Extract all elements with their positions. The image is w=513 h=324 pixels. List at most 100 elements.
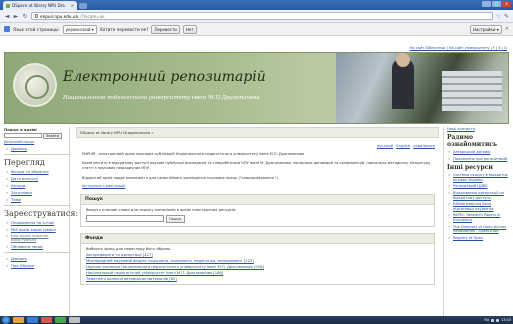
sidebar-item-titles[interactable]: Заголовки <box>6 190 69 195</box>
contacts-link[interactable]: Наші контакти <box>447 127 509 131</box>
translate-close-icon[interactable]: × <box>505 26 509 32</box>
page-content: На сайт Бібліотеки | На сайт університет… <box>0 37 513 316</box>
volume-icon[interactable] <box>496 318 500 322</box>
lang-russian[interactable]: русский <box>377 143 393 148</box>
close-window-button[interactable]: × <box>502 1 511 7</box>
toolbar: ◄ ► ↻ enpuir.npu.edu.ua/?locale=uk ☆ ✎ <box>0 10 513 23</box>
community-link[interactable]: Національний педагогічний університет ім… <box>86 271 429 275</box>
advanced-search-link[interactable]: Детальний пошук <box>4 140 69 144</box>
sidebar-item-about[interactable]: Про DSpace <box>6 263 69 268</box>
community-link[interactable]: Міжнародний науковий форум: соціологія, … <box>86 259 429 263</box>
network-icon[interactable] <box>491 318 495 322</box>
sidebar-item-date[interactable]: Дата випуску <box>6 176 69 181</box>
translate-bar: Язык этой страницы: украинский ▾ Хотите … <box>0 23 513 36</box>
resources-heading: Інші ресурси <box>447 164 493 172</box>
explorer-taskbar-icon[interactable] <box>13 317 24 323</box>
search-hint: Введіть ключові слова для пошуку матеріа… <box>86 207 237 212</box>
translate-message: Язык этой страницы: <box>13 26 60 32</box>
top-links[interactable]: На сайт Бібліотеки | На сайт університет… <box>410 46 507 50</box>
right-link-resource[interactable]: The Directory of Open Access Repositorie… <box>448 225 509 234</box>
chrome-taskbar-icon[interactable] <box>41 317 52 323</box>
tab-strip: DSpace at library NPU Dra × – □ × <box>0 0 513 10</box>
funds-hint: Виберіть фонд для перегляду його зібрань… <box>86 246 172 251</box>
translate-button[interactable]: Перевести <box>151 24 180 34</box>
search-box-title: Пошук <box>81 194 434 205</box>
star-icon[interactable]: ☆ <box>496 13 501 20</box>
language-select[interactable]: украинский ▾ <box>62 24 97 34</box>
banner-photo <box>336 53 508 123</box>
sidebar-item-my-archive[interactable]: Мій архів користувача <box>6 227 69 232</box>
recommend-heading: Радимо ознайомитись <box>447 134 498 148</box>
right-sidebar: Наші контакти Радимо ознайомитись Авторс… <box>443 127 509 316</box>
ie-taskbar-icon[interactable] <box>27 317 38 323</box>
wrench-icon[interactable]: ✎ <box>504 13 509 20</box>
community-link[interactable]: Тематичні колекції авторських матеріалів… <box>86 277 429 281</box>
right-link-resource[interactable]: Registry of Open <box>448 236 509 241</box>
tray-language[interactable]: RU <box>484 318 489 322</box>
search-heading: Пошук в архіві <box>4 127 37 132</box>
sidebar-item-help[interactable]: Довідка <box>6 256 69 261</box>
sidebar-search: Знайти <box>4 133 69 139</box>
sidebar-search-input[interactable] <box>4 133 42 138</box>
self-archive-paragraph: Відкритий архів надає можливість для сам… <box>82 175 279 180</box>
sidebar-item-home[interactable]: Домівка <box>6 146 69 151</box>
community-link[interactable]: Наукові часописи Національного педагогіч… <box>86 265 429 269</box>
maximize-button[interactable]: □ <box>492 1 501 7</box>
community-link[interactable]: Автореферати та дисертації [427] <box>86 253 429 257</box>
banner-title: Електронний репозитарій <box>63 69 266 85</box>
right-link-resource[interactable]: Бібліографічна база підготовки лауреатів <box>448 202 509 211</box>
instructions-link[interactable]: Інструкція з реєстрації <box>76 184 439 188</box>
address-path: /?locale=uk <box>80 13 105 19</box>
sidebar-search-button[interactable]: Знайти <box>43 133 62 139</box>
taskbar: RU 13:03 <box>0 316 513 324</box>
translate-icon <box>4 26 10 32</box>
reload-icon[interactable]: ↻ <box>22 13 28 20</box>
tab-close-icon[interactable]: × <box>71 3 74 8</box>
no-button[interactable]: Нет <box>182 24 197 34</box>
minimize-button[interactable]: – <box>482 1 491 7</box>
address-host: enpuir.npu.edu.ua <box>40 13 79 19</box>
funds-box: Фонди Виберіть фонд для перегляду його з… <box>80 232 435 285</box>
funds-box-title: Фонди <box>81 233 434 244</box>
start-button[interactable] <box>2 316 10 324</box>
browse-heading: Перегляд <box>4 158 45 167</box>
breadcrumb[interactable]: DSpace at library NPU Dragomanova » <box>76 127 439 138</box>
language-switcher: русский English українська <box>76 143 439 148</box>
lang-ukrainian[interactable]: українська <box>413 143 435 148</box>
right-link-resource[interactable]: Репозитарій ЦДВУ <box>448 184 509 189</box>
description-paragraph: Архів містить в відкритому доступі науко… <box>82 161 432 171</box>
sidebar-item-email-alerts[interactable]: Оповіщення на e-mail <box>6 220 69 225</box>
banner: Електронний репозитарій Національного пе… <box>4 52 509 124</box>
forward-icon[interactable]: ► <box>13 13 19 20</box>
tray-clock: 13:03 <box>501 318 511 322</box>
app-taskbar-icon[interactable] <box>55 317 66 323</box>
app-taskbar-icon[interactable] <box>69 317 80 323</box>
settings-button[interactable]: Настройки ▾ <box>469 24 502 34</box>
right-link-resource[interactable]: Відкриваємо дисертації по відкритому дос… <box>448 191 509 200</box>
right-link-resource[interactable]: RePEc: Research Papers in Economics <box>448 213 509 222</box>
browser-tab[interactable]: DSpace at library NPU Dra × <box>3 1 77 10</box>
sidebar-item-subjects[interactable]: Теми <box>6 197 69 202</box>
main-content: DSpace at library NPU Dragomanova » русс… <box>76 127 439 316</box>
system-tray: RU 13:03 <box>484 318 511 322</box>
sidebar-item-authors[interactable]: Автори <box>6 183 69 188</box>
right-link-resource[interactable]: Система пошуку в відкритих архівах Украї… <box>448 173 509 182</box>
search-box: Пошук Введіть ключові слова для пошуку м… <box>80 193 435 227</box>
intro-paragraph: ENPUIR - електронний архів наукових публ… <box>82 152 305 156</box>
page-icon <box>35 14 38 18</box>
back-icon[interactable]: ◄ <box>4 13 10 20</box>
search-input[interactable] <box>86 214 164 222</box>
new-tab-button[interactable] <box>79 3 87 9</box>
sidebar-item-funds[interactable]: Фонди та зібрання <box>6 169 69 174</box>
lang-english[interactable]: English <box>396 143 410 148</box>
university-logo <box>13 63 57 107</box>
search-button[interactable]: Пошук <box>166 214 185 223</box>
sidebar-item-login-note: вхід зареєстрованим користувачам <box>6 234 69 242</box>
right-link-agreement[interactable]: Авторський договір <box>448 150 509 155</box>
address-bar[interactable]: enpuir.npu.edu.ua/?locale=uk <box>31 12 493 20</box>
window-controls: – □ × <box>482 1 511 7</box>
right-link-regulation[interactable]: Положення про репозитарій <box>448 157 509 162</box>
left-sidebar: Пошук в архіві Знайти Детальний пошук До… <box>4 127 78 316</box>
banner-subtitle: Національного педагогічного університету… <box>63 95 260 101</box>
sidebar-item-update-profile[interactable]: Обновити запис <box>6 244 69 249</box>
